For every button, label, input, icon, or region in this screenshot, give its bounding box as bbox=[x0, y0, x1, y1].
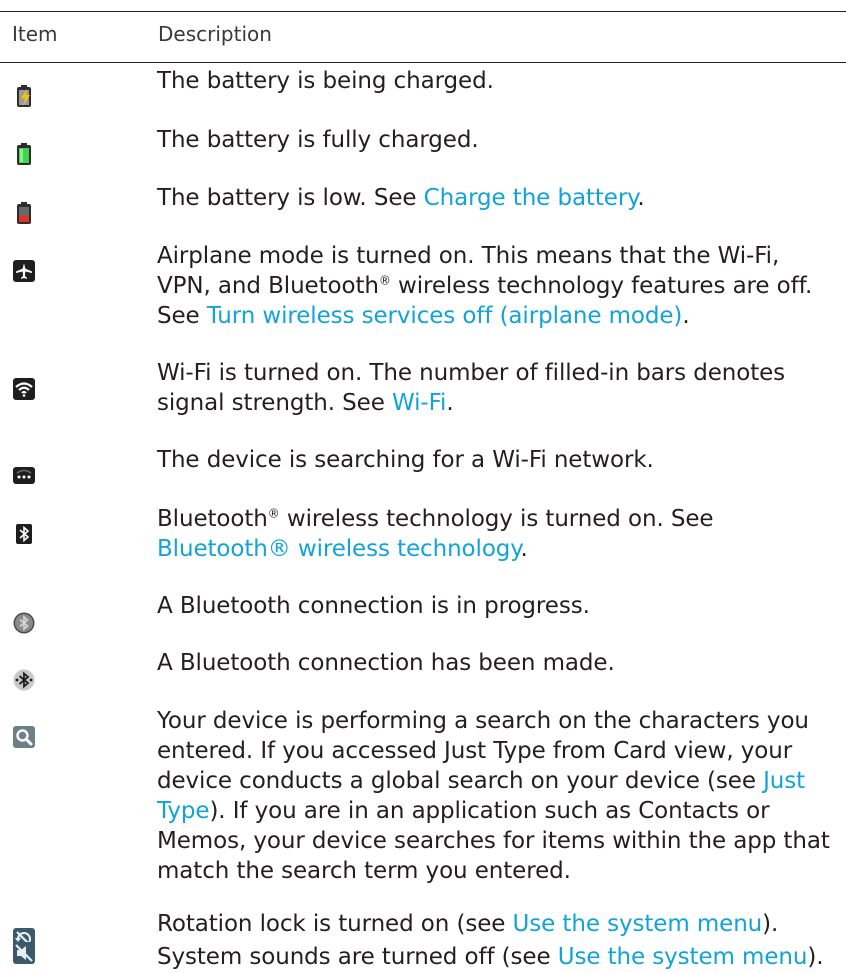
row-description: System sounds are turned off (see Use th… bbox=[157, 944, 824, 970]
bluetooth-connecting-icon bbox=[13, 612, 35, 634]
row-description: Your device is performing a search on th… bbox=[157, 708, 830, 884]
link-wi-fi[interactable]: Wi-Fi bbox=[392, 390, 446, 416]
link-use-the-system-menu[interactable]: Use the system menu bbox=[513, 911, 763, 937]
row-description: Airplane mode is turned on. This means t… bbox=[157, 243, 813, 329]
link-just-type[interactable]: Just bbox=[763, 768, 805, 794]
row-description: Wi-Fi is turned on. The number of filled… bbox=[157, 360, 786, 416]
link-just-type-continued[interactable]: Type bbox=[157, 798, 210, 824]
row-description: Bluetooth® wireless technology is turned… bbox=[157, 506, 714, 562]
battery-full-icon bbox=[17, 143, 31, 165]
row-description: A Bluetooth connection is in progress. bbox=[157, 593, 590, 619]
row-description: The battery is fully charged. bbox=[157, 127, 479, 153]
search-icon bbox=[13, 726, 35, 748]
row-description: Rotation lock is turned on (see Use the … bbox=[157, 911, 779, 937]
bluetooth-on-icon bbox=[16, 524, 32, 544]
link-use-the-system-menu-2[interactable]: Use the system menu bbox=[558, 944, 808, 970]
wifi-icon bbox=[13, 378, 35, 400]
table-top-rule bbox=[0, 11, 846, 12]
link-turn-wireless-services-off[interactable]: Turn wireless services off (airplane mod… bbox=[207, 303, 683, 329]
row-description: The device is searching for a Wi-Fi netw… bbox=[157, 447, 654, 473]
airplane-icon bbox=[13, 260, 35, 282]
bluetooth-connected-icon bbox=[13, 669, 35, 691]
row-description: A Bluetooth connection has been made. bbox=[157, 650, 615, 676]
header-rule bbox=[0, 62, 846, 63]
row-description: The battery is low. See Charge the batte… bbox=[157, 185, 645, 211]
column-header-description: Description bbox=[158, 22, 272, 46]
row-description: The battery is being charged. bbox=[157, 68, 494, 94]
battery-charging-icon bbox=[17, 85, 31, 107]
link-charge-the-battery[interactable]: Charge the battery bbox=[424, 185, 638, 211]
link-bluetooth-wireless-technology[interactable]: Bluetooth® wireless technology bbox=[157, 536, 521, 562]
sound-off-icon bbox=[13, 942, 35, 964]
wifi-searching-icon bbox=[13, 467, 35, 484]
battery-low-icon bbox=[17, 202, 31, 224]
column-header-item: Item bbox=[12, 22, 58, 46]
